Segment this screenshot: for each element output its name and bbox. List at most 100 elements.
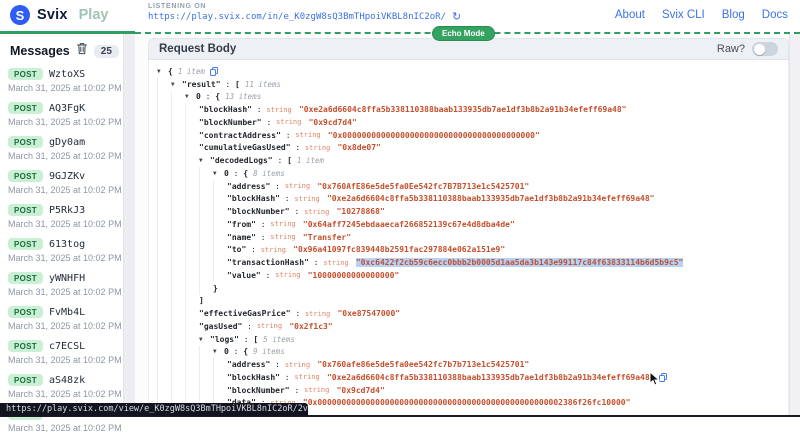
message-timestamp: March 31, 2025 at 10:02 PM: [8, 355, 129, 365]
collapse-arrow-icon[interactable]: ▼: [157, 68, 168, 75]
json-type-label: string: [270, 220, 300, 228]
json-key: "address": [227, 360, 270, 369]
json-row: "blockNumber" : string "0x9cd7d4": [149, 116, 788, 129]
brand-subname: Play: [79, 7, 109, 23]
json-row: ]: [149, 295, 788, 308]
json-row: "address" : string "0x760afe86e5de5fa0ee…: [149, 358, 788, 371]
clear-messages-button[interactable]: [76, 43, 88, 59]
json-value: "0xe2a6d6604c8ffa5b338110388baab133935db…: [327, 194, 655, 203]
json-item-count: 9 items: [253, 347, 285, 356]
json-type-label: string: [275, 271, 305, 279]
collapse-arrow-icon[interactable]: ▼: [213, 170, 224, 177]
brand[interactable]: S SvixPlay: [10, 5, 108, 25]
message-list-item[interactable]: POSTc7ECSLMarch 31, 2025 at 10:02 PM: [0, 337, 135, 371]
json-key: "cumulativeGasUsed": [199, 143, 291, 152]
nav-link-blog[interactable]: Blog: [722, 9, 745, 21]
json-key: "contractAddress": [199, 131, 281, 140]
json-key: "address": [227, 182, 270, 191]
json-item-count: 13 items: [225, 92, 261, 101]
json-value: "0xe2a6d6604c8ffa5b338110388baab133935db…: [299, 105, 627, 114]
json-key: "blockHash": [199, 105, 252, 114]
json-bracket: {: [243, 347, 248, 356]
message-list-item[interactable]: POSTgDy0amMarch 31, 2025 at 10:02 PM: [0, 133, 135, 167]
json-value: "0x0000000000000000000000000000000000000…: [303, 398, 631, 407]
message-id: AQ3FgK: [49, 103, 85, 114]
json-key: "blockNumber": [227, 386, 290, 395]
method-badge: POST: [8, 68, 43, 80]
json-row: "blockNumber" : string "10278868": [149, 205, 788, 218]
json-value: "0x64aff7245ebdaaecaf266852139c67e4d8dba…: [303, 220, 515, 229]
message-list-item[interactable]: POSTyWNHFHMarch 31, 2025 at 10:02 PM: [0, 269, 135, 303]
method-badge: POST: [8, 204, 43, 216]
json-row: "to" : string "0x96a41097fc839448b2591fa…: [149, 244, 788, 257]
json-value: "0xe2a6d6604c8ffa5b338110388baab133935db…: [327, 373, 655, 382]
json-value-selected: "0xc6422f2cb59c6ecc0bbb2b0005d1aa5da3b14…: [356, 258, 684, 267]
nav-link-docs[interactable]: Docs: [762, 9, 788, 21]
copy-icon[interactable]: [659, 373, 667, 382]
json-type-label: string: [261, 246, 291, 254]
listening-url[interactable]: https://play.svix.com/in/e_K0zgW8sQ3BmTH…: [148, 12, 446, 22]
json-key: "name": [227, 233, 256, 242]
json-value: "0x9cd7d4": [337, 386, 385, 395]
refresh-icon[interactable]: ↻: [452, 12, 461, 22]
raw-toggle-label: Raw?: [717, 43, 745, 55]
collapse-arrow-icon[interactable]: ▼: [213, 348, 224, 355]
message-list-item[interactable]: POSTWztoXSMarch 31, 2025 at 10:02 PM: [0, 65, 135, 99]
message-timestamp: March 31, 2025 at 10:02 PM: [8, 117, 129, 127]
message-list-item[interactable]: POSTaS48zkMarch 31, 2025 at 10:02 PM: [0, 371, 135, 405]
json-row: "cumulativeGasUsed" : string "0x8de07": [149, 142, 788, 155]
json-row: "blockHash" : string "0xe2a6d6604c8ffa5b…: [149, 193, 788, 206]
message-timestamp: March 31, 2025 at 10:02 PM: [8, 287, 129, 297]
json-key: "from": [227, 220, 256, 229]
json-key: "decodedLogs": [210, 156, 273, 165]
json-type-label: string: [285, 182, 315, 190]
message-id: FvMb4L: [49, 307, 85, 318]
raw-toggle[interactable]: [752, 42, 778, 56]
message-id: 613tog: [49, 239, 85, 250]
message-timestamp: March 31, 2025 at 10:02 PM: [8, 151, 129, 161]
json-value: "Transfer": [303, 233, 351, 242]
svix-logo-icon: S: [10, 5, 30, 25]
json-item-count: 11 items: [245, 80, 281, 89]
json-row: ▼0 : {8 items: [149, 167, 788, 180]
message-list-item[interactable]: POST9GJZKvMarch 31, 2025 at 10:02 PM: [0, 167, 135, 201]
request-body-header: Request Body Raw?: [148, 38, 789, 60]
main-scrollbar[interactable]: [789, 34, 800, 417]
json-key: "blockNumber": [199, 118, 262, 127]
json-type-label: string: [305, 310, 335, 318]
json-item-count: 5 items: [263, 335, 295, 344]
json-key: "value": [227, 271, 261, 280]
collapse-arrow-icon[interactable]: ▼: [199, 157, 210, 164]
json-row: "from" : string "0x64aff7245ebdaaecaf266…: [149, 218, 788, 231]
sidebar-scrollbar[interactable]: [123, 34, 135, 417]
json-key: "result": [182, 80, 221, 89]
message-timestamp: March 31, 2025 at 10:02 PM: [8, 219, 129, 229]
json-value: "0x760AfE86e5de5fa0Ee542fc7B7B713e1c5425…: [317, 182, 529, 191]
collapse-arrow-icon[interactable]: ▼: [199, 336, 210, 343]
json-key: "effectiveGasPrice": [199, 309, 291, 318]
json-bracket: {: [243, 169, 248, 178]
json-key: "logs": [210, 335, 239, 344]
message-list-item[interactable]: POSTAQ3FgKMarch 31, 2025 at 10:02 PM: [0, 99, 135, 133]
json-type-label: string: [294, 373, 324, 381]
panel-title: Request Body: [159, 43, 717, 55]
json-type-label: string: [294, 195, 324, 203]
nav-link-svix-cli[interactable]: Svix CLI: [662, 9, 705, 21]
message-id: gDy0am: [49, 137, 85, 148]
top-nav: About Svix CLI Blog Docs: [615, 9, 788, 21]
json-item-count: 1 item: [297, 156, 324, 165]
copy-icon[interactable]: [210, 67, 218, 76]
collapse-arrow-icon[interactable]: ▼: [185, 93, 196, 100]
link-preview-status-bar: https://play.svix.com/view/e_K0zgW8sQ3Bm…: [0, 403, 308, 416]
collapse-arrow-icon[interactable]: ▼: [171, 81, 182, 88]
message-list-item[interactable]: POSTFvMb4LMarch 31, 2025 at 10:02 PM: [0, 303, 135, 337]
json-type-label: string: [304, 386, 334, 394]
message-list-item[interactable]: POSTP5RkJ3March 31, 2025 at 10:02 PM: [0, 201, 135, 235]
nav-link-about[interactable]: About: [615, 9, 645, 21]
message-id: c7ECSL: [49, 341, 85, 352]
message-id: aS48zk: [49, 375, 85, 386]
message-id: yWNHFH: [49, 273, 85, 284]
message-list-item[interactable]: POST613togMarch 31, 2025 at 10:02 PM: [0, 235, 135, 269]
json-value: "0xe87547000": [337, 309, 400, 318]
toggle-knob: [754, 44, 765, 55]
